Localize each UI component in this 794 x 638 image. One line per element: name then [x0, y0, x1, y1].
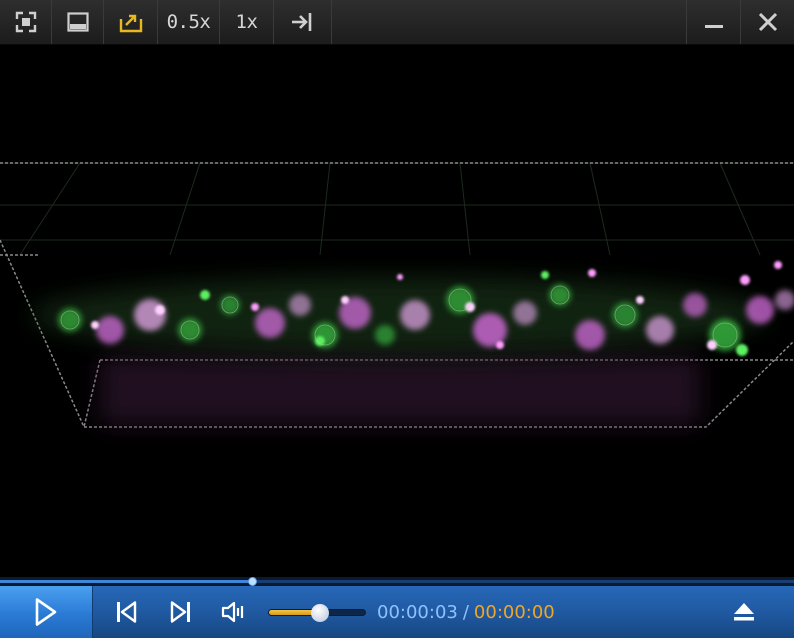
speed-normal-label: 1x [235, 11, 258, 33]
volume-button[interactable] [216, 586, 252, 638]
volume-slider[interactable] [268, 604, 366, 622]
seek-bar[interactable] [0, 577, 794, 586]
time-display: 00:00:03 / 00:00:00 [377, 586, 555, 638]
speed-half-button[interactable]: 0.5x [158, 0, 220, 44]
eject-icon [734, 603, 754, 621]
close-button[interactable] [740, 0, 794, 44]
play-icon [35, 598, 57, 626]
pin-icon [291, 13, 311, 31]
fullscreen-icon [15, 11, 36, 33]
total-time: 00:00:00 [473, 601, 555, 623]
previous-icon [117, 601, 137, 623]
minimize-button[interactable] [686, 0, 740, 44]
play-button[interactable] [0, 586, 93, 638]
current-time: 00:00:03 [377, 601, 458, 623]
volume-handle[interactable] [311, 604, 329, 622]
previous-button[interactable] [108, 586, 144, 638]
volume-render-frame [0, 162, 794, 428]
pin-button[interactable] [274, 0, 332, 44]
seek-handle[interactable] [248, 577, 257, 586]
volume-icon [221, 601, 244, 623]
next-icon [170, 601, 190, 623]
eject-button[interactable] [722, 586, 766, 638]
cell-layer [30, 261, 794, 356]
open-file-button[interactable] [104, 0, 158, 44]
speed-half-label: 0.5x [166, 11, 211, 33]
mini-mode-icon [66, 12, 89, 32]
minimize-icon [704, 25, 723, 28]
media-player: 0.5x 1x 00:00:03 / 00:00:00 [0, 0, 794, 638]
time-separator: / [462, 601, 469, 623]
video-viewport[interactable] [0, 45, 794, 577]
next-button[interactable] [163, 586, 199, 638]
close-icon [758, 12, 777, 32]
control-bar: 00:00:03 / 00:00:00 [0, 586, 794, 638]
seek-progress [0, 580, 252, 583]
mini-mode-button[interactable] [52, 0, 104, 44]
top-toolbar: 0.5x 1x [0, 0, 794, 45]
fullscreen-button[interactable] [0, 0, 52, 44]
open-file-icon [119, 14, 142, 33]
tissue-base [100, 355, 700, 425]
speed-normal-button[interactable]: 1x [220, 0, 274, 44]
depth-grid [0, 162, 794, 256]
